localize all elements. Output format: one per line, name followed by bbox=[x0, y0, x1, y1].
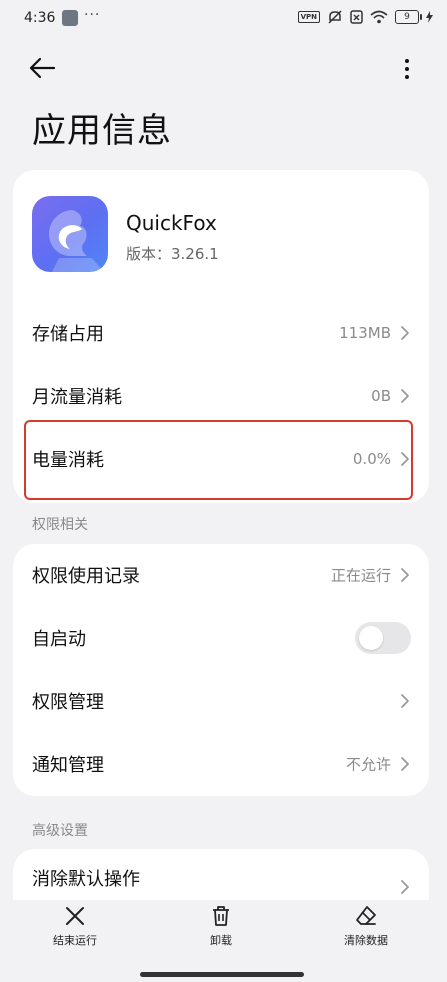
permission-management-row[interactable]: 权限管理 bbox=[13, 670, 429, 732]
autostart-label: 自启动 bbox=[32, 629, 86, 650]
clear-defaults-label: 消除默认操作 bbox=[32, 869, 140, 890]
notification-management-value: 不允许 bbox=[345, 755, 391, 774]
chevron-right-icon bbox=[401, 757, 409, 771]
monthly-traffic-label: 月流量消耗 bbox=[32, 387, 122, 408]
vpn-icon: VPN bbox=[297, 11, 320, 23]
permission-management-label: 权限管理 bbox=[32, 692, 104, 713]
uninstall-button[interactable]: 卸载 bbox=[171, 904, 271, 954]
more-options-button[interactable] bbox=[395, 52, 419, 86]
storage-value: 113MB bbox=[339, 324, 391, 342]
advanced-section-title: 高级设置 bbox=[32, 823, 88, 839]
autostart-row[interactable]: 自启动 bbox=[13, 607, 429, 669]
home-indicator[interactable] bbox=[140, 972, 304, 977]
stop-running-label: 结束运行 bbox=[53, 934, 97, 947]
monthly-traffic-row[interactable]: 月流量消耗 0B bbox=[13, 365, 429, 427]
highlight-box bbox=[24, 420, 413, 500]
more-notifications-icon: ··· bbox=[84, 7, 101, 23]
storage-row[interactable]: 存储占用 113MB bbox=[13, 302, 429, 364]
permissions-section-title: 权限相关 bbox=[32, 517, 88, 533]
chevron-right-icon bbox=[401, 389, 409, 403]
autostart-toggle[interactable] bbox=[355, 622, 411, 654]
chevron-right-icon bbox=[401, 694, 409, 708]
app-name: QuickFox bbox=[126, 211, 217, 235]
page-title: 应用信息 bbox=[32, 111, 172, 151]
chevron-right-icon bbox=[401, 326, 409, 340]
bottom-action-bar: 结束运行 卸载 清除数据 bbox=[0, 900, 447, 982]
chevron-right-icon bbox=[401, 880, 409, 894]
permissions-card: 权限使用记录 正在运行 自启动 权限管理 通知管理 不允许 bbox=[13, 544, 429, 796]
chevron-right-icon bbox=[401, 568, 409, 582]
status-bar: 4:36 ··· VPN 9 bbox=[0, 0, 447, 40]
uninstall-label: 卸载 bbox=[210, 934, 232, 947]
mute-icon bbox=[328, 10, 342, 24]
status-time: 4:36 bbox=[24, 10, 56, 26]
storage-label: 存储占用 bbox=[32, 324, 104, 345]
back-arrow-icon bbox=[29, 57, 56, 79]
charging-icon bbox=[426, 11, 433, 23]
trash-icon bbox=[213, 906, 229, 926]
top-bar bbox=[0, 48, 447, 88]
wifi-icon bbox=[370, 10, 388, 24]
permission-usage-value: 正在运行 bbox=[330, 566, 391, 585]
notification-management-row[interactable]: 通知管理 不允许 bbox=[13, 733, 429, 795]
status-icons: VPN 9 bbox=[297, 10, 433, 24]
monthly-traffic-value: 0B bbox=[371, 387, 391, 405]
battery-icon: 9 bbox=[395, 10, 422, 24]
quickfox-logo-icon bbox=[49, 210, 104, 272]
app-version: 版本：3.26.1 bbox=[126, 245, 219, 263]
clear-data-button[interactable]: 清除数据 bbox=[316, 904, 416, 954]
toggle-knob bbox=[359, 626, 383, 650]
permission-usage-row[interactable]: 权限使用记录 正在运行 bbox=[13, 544, 429, 606]
close-icon bbox=[66, 907, 84, 925]
app-icon bbox=[32, 196, 108, 272]
no-sim-icon bbox=[350, 10, 363, 24]
notification-management-label: 通知管理 bbox=[32, 755, 104, 776]
more-vertical-icon bbox=[405, 59, 409, 79]
clear-data-label: 清除数据 bbox=[344, 934, 388, 947]
back-button[interactable] bbox=[28, 50, 68, 86]
permission-usage-label: 权限使用记录 bbox=[32, 566, 140, 587]
notification-app-icon bbox=[62, 10, 78, 26]
eraser-icon bbox=[356, 906, 376, 925]
stop-running-button[interactable]: 结束运行 bbox=[25, 904, 125, 954]
